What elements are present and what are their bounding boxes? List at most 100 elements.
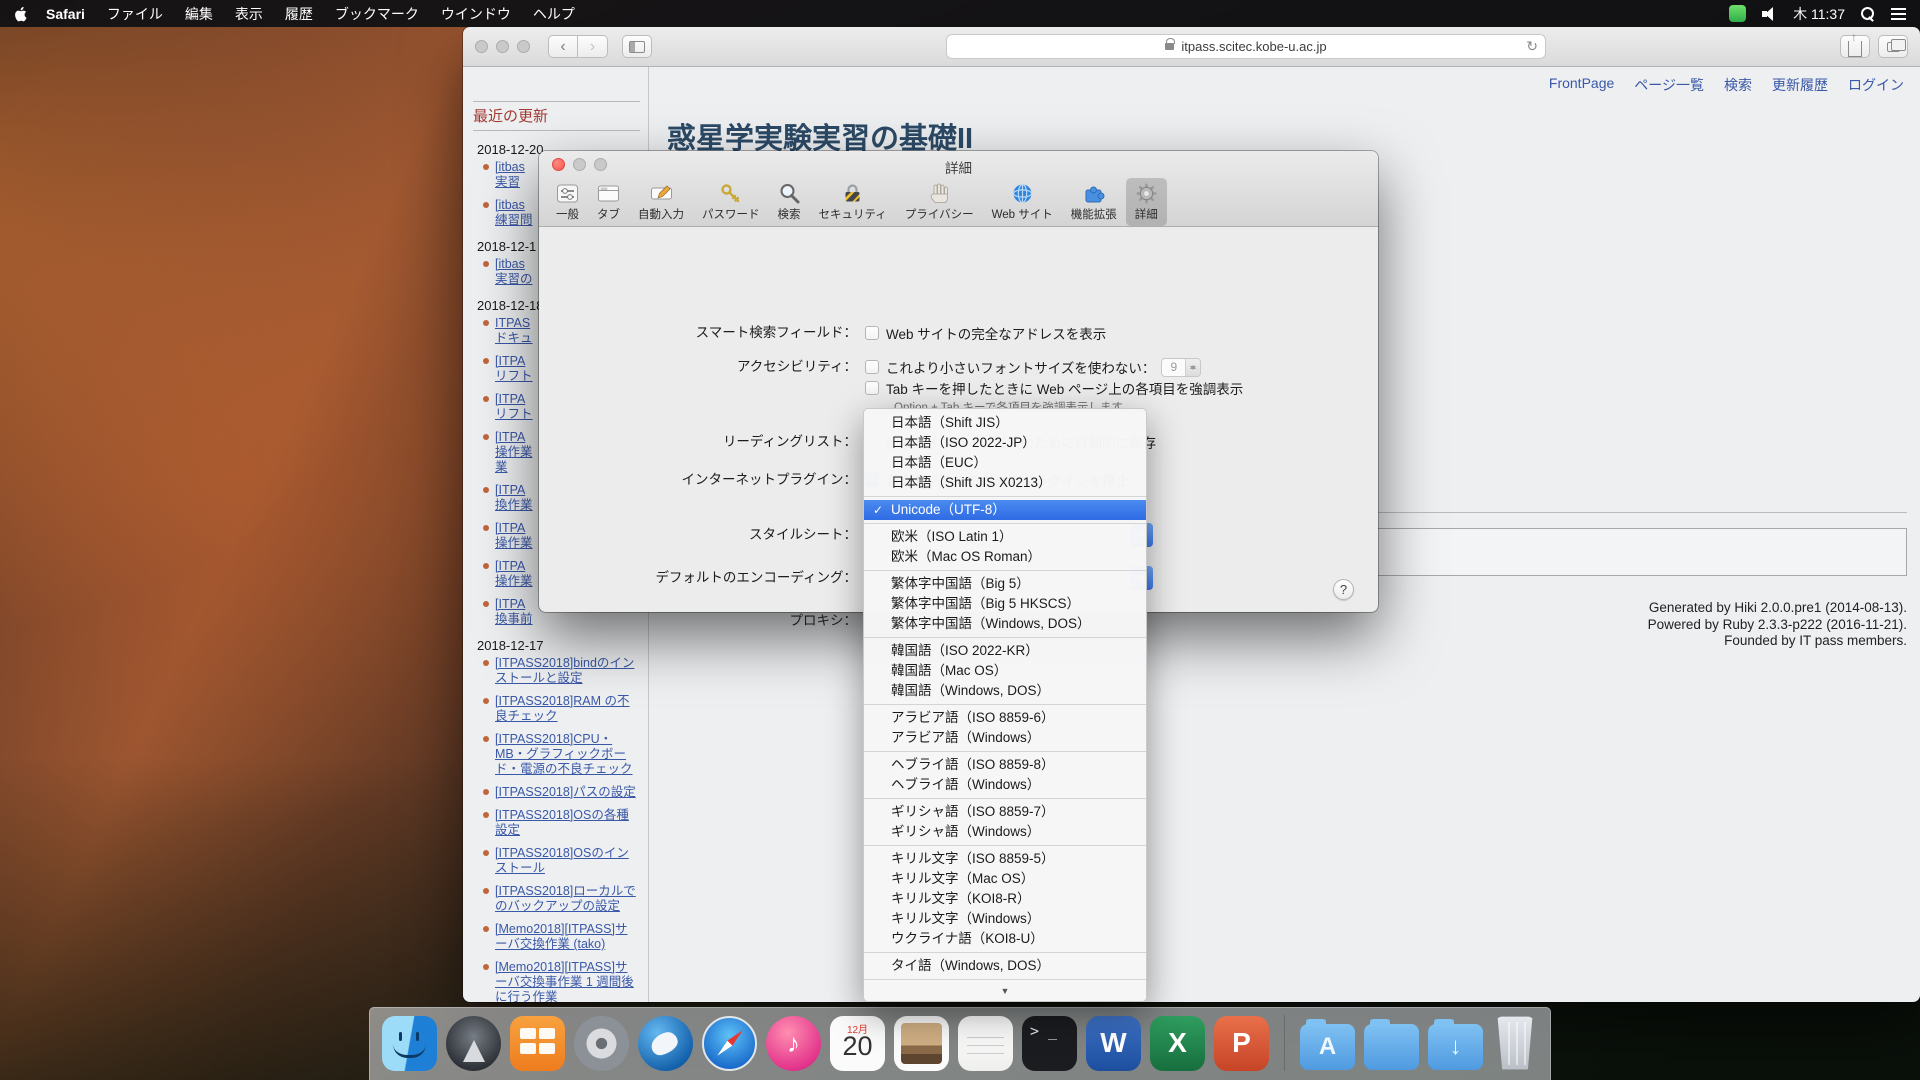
dock-icon-powerpoint[interactable]: P (1214, 1016, 1269, 1071)
nav-history[interactable]: 更新履歴 (1772, 75, 1828, 95)
reload-icon[interactable]: ↻ (1526, 38, 1538, 55)
dock-icon-notes[interactable] (958, 1016, 1013, 1071)
menu-edit[interactable]: 編集 (174, 4, 224, 24)
encoding-menu-item[interactable]: 日本語（ISO 2022-JP） (864, 433, 1146, 453)
prefs-tab-extensions[interactable]: 機能拡張 (1062, 178, 1126, 226)
menu-file[interactable]: ファイル (96, 4, 174, 24)
encoding-menu-item[interactable]: ウクライナ語（KOI8-U） (864, 929, 1146, 949)
menu-bookmarks[interactable]: ブックマーク (324, 4, 430, 24)
prefs-tab-privacy[interactable]: プライバシー (896, 178, 983, 226)
smart-search-checkbox[interactable] (865, 326, 879, 340)
encoding-menu-item[interactable]: 欧米（Mac OS Roman） (864, 547, 1146, 567)
tab-overview-button[interactable] (1878, 35, 1908, 58)
prefs-tab-search[interactable]: 検索 (769, 178, 810, 226)
nav-page-list[interactable]: ページ一覧 (1634, 75, 1704, 95)
prefs-tab-websites[interactable]: Web サイト (983, 178, 1062, 226)
encoding-menu-item[interactable]: ギリシャ語（ISO 8859-7） (864, 802, 1146, 822)
encoding-menu-item[interactable]: 繁体字中国語（Big 5） (864, 574, 1146, 594)
dock-icon-mission-control[interactable] (510, 1016, 565, 1071)
status-icon-green[interactable] (1729, 5, 1746, 22)
sidebar-link[interactable]: [ITPASS2018]CPU・MB・グラフィックボード・電源の不良チェック (483, 732, 648, 777)
menu-bar-clock[interactable]: 木 11:37 (1793, 4, 1845, 24)
sidebar-link[interactable]: [ITPASS2018]ローカルでのバックアップの設定 (483, 884, 648, 914)
prefs-tab-autofill[interactable]: 自動入力 (629, 178, 693, 226)
spotlight-search-icon[interactable] (1861, 7, 1875, 21)
sidebar-link[interactable]: [ITPASS2018]RAM の不良チェック (483, 694, 648, 724)
menu-view[interactable]: 表示 (224, 4, 274, 24)
dock-icon-finder[interactable] (382, 1016, 437, 1071)
dock-icon-photos[interactable] (894, 1016, 949, 1071)
dock-icon-itunes[interactable]: ♪ (766, 1016, 821, 1071)
sidebar-link[interactable]: [Memo2018][ITPASS]サーバ交換事作業 1 週間後に行う作業 (483, 960, 648, 1002)
close-button[interactable] (475, 40, 488, 53)
tab-highlight-checkbox[interactable] (865, 381, 879, 395)
encoding-menu-item[interactable]: ✓Unicode（UTF-8） (864, 500, 1146, 520)
help-button[interactable]: ? (1333, 579, 1354, 600)
address-bar[interactable]: itpass.scitec.kobe-u.ac.jp ↻ (946, 34, 1546, 59)
encoding-menu-item[interactable]: ヘブライ語（ISO 8859-8） (864, 755, 1146, 775)
encoding-menu-item[interactable]: 日本語（Shift JIS） (864, 413, 1146, 433)
encoding-menu-item[interactable]: 欧米（ISO Latin 1） (864, 527, 1146, 547)
volume-icon[interactable] (1762, 7, 1777, 20)
encoding-menu-item[interactable]: 日本語（Shift JIS X0213） (864, 473, 1146, 493)
encoding-menu-item[interactable]: ギリシャ語（Windows） (864, 822, 1146, 842)
encoding-menu-item[interactable]: アラビア語（ISO 8859-6） (864, 708, 1146, 728)
menu-help[interactable]: ヘルプ (522, 4, 586, 24)
dock-icon-calendar[interactable]: 12月20 (830, 1016, 885, 1071)
sidebar-link[interactable]: [ITPASS2018]OSの各種設定 (483, 808, 648, 838)
minimize-button[interactable] (496, 40, 509, 53)
menu-history[interactable]: 履歴 (274, 4, 324, 24)
dock-icon-documents-folder[interactable] (1364, 1024, 1419, 1070)
encoding-menu-item[interactable]: キリル文字（ISO 8859-5） (864, 849, 1146, 869)
sidebar-toggle-button[interactable] (622, 35, 652, 58)
dock-icon-system-preferences[interactable] (574, 1016, 629, 1071)
prefs-tab-security[interactable]: セキュリティ (810, 178, 896, 226)
encoding-menu-item[interactable]: ヘブライ語（Windows） (864, 775, 1146, 795)
menu-window[interactable]: ウインドウ (430, 4, 522, 24)
prefs-tab-general[interactable]: 一般 (547, 178, 588, 226)
encoding-menu-item[interactable]: 韓国語（Windows, DOS） (864, 681, 1146, 701)
encoding-menu-item[interactable]: 繁体字中国語（Big 5 HKSCS） (864, 594, 1146, 614)
prefs-tab-advanced[interactable]: 詳細 (1126, 178, 1167, 226)
prefs-tab-passwords[interactable]: パスワード (693, 178, 769, 226)
prefs-tab-tabs[interactable]: タブ (588, 178, 629, 226)
nav-frontpage[interactable]: FrontPage (1549, 75, 1614, 95)
encoding-menu-item[interactable]: タイ語（Windows, DOS） (864, 956, 1146, 976)
encoding-menu-item[interactable]: 韓国語（Mac OS） (864, 661, 1146, 681)
dock-icon-applications-folder[interactable]: A (1300, 1024, 1355, 1070)
dock-icon-launchpad[interactable] (446, 1016, 501, 1071)
sidebar-link[interactable]: [ITPASS2018]bindのインストールと設定 (483, 656, 648, 686)
dock-icon-terminal[interactable]: > _ (1022, 1016, 1077, 1071)
back-button[interactable]: ‹ (548, 35, 578, 58)
dock-icon-thunderbird[interactable] (638, 1016, 693, 1071)
notification-center-icon[interactable] (1891, 8, 1906, 20)
sidebar-link[interactable]: [ITPASS2018]パスの設定 (483, 785, 648, 800)
menu-safari[interactable]: Safari (35, 6, 96, 22)
font-size-select[interactable]: 9 (1161, 358, 1201, 377)
encoding-menu-item-label: ヘブライ語（ISO 8859-8） (891, 757, 1055, 772)
encoding-menu-item[interactable]: キリル文字（KOI8-R） (864, 889, 1146, 909)
sidebar-link[interactable]: [Memo2018][ITPASS]サーバ交換作業 (tako) (483, 922, 648, 952)
forward-button[interactable]: › (578, 35, 608, 58)
zoom-button[interactable] (517, 40, 530, 53)
encoding-menu-item[interactable]: キリル文字（Mac OS） (864, 869, 1146, 889)
sidebar-link[interactable]: [ITPASS2018]OSのインストール (483, 846, 648, 876)
dock-icon-word[interactable]: W (1086, 1016, 1141, 1071)
encoding-menu-item[interactable]: 日本語（EUC） (864, 453, 1146, 473)
dock-icon-safari[interactable] (702, 1016, 757, 1071)
min-font-size-checkbox[interactable] (865, 360, 879, 374)
encoding-menu-item-label: ギリシャ語（ISO 8859-7） (891, 804, 1055, 819)
encoding-menu-item[interactable]: 韓国語（ISO 2022-KR） (864, 641, 1146, 661)
nav-login[interactable]: ログイン (1848, 75, 1904, 95)
list-bullet-icon (483, 434, 489, 440)
nav-search[interactable]: 検索 (1724, 75, 1752, 95)
encoding-menu-item[interactable]: キリル文字（Windows） (864, 909, 1146, 929)
share-button[interactable] (1840, 35, 1870, 58)
encoding-menu-item[interactable]: 繁体字中国語（Windows, DOS） (864, 614, 1146, 634)
dock-icon-downloads-folder[interactable]: ↓ (1428, 1024, 1483, 1070)
apple-menu-icon[interactable] (14, 6, 29, 22)
menu-scroll-down-icon[interactable]: ▼ (864, 983, 1146, 997)
dock-icon-trash[interactable] (1492, 1016, 1538, 1071)
encoding-menu-item[interactable]: アラビア語（Windows） (864, 728, 1146, 748)
dock-icon-excel[interactable]: X (1150, 1016, 1205, 1071)
